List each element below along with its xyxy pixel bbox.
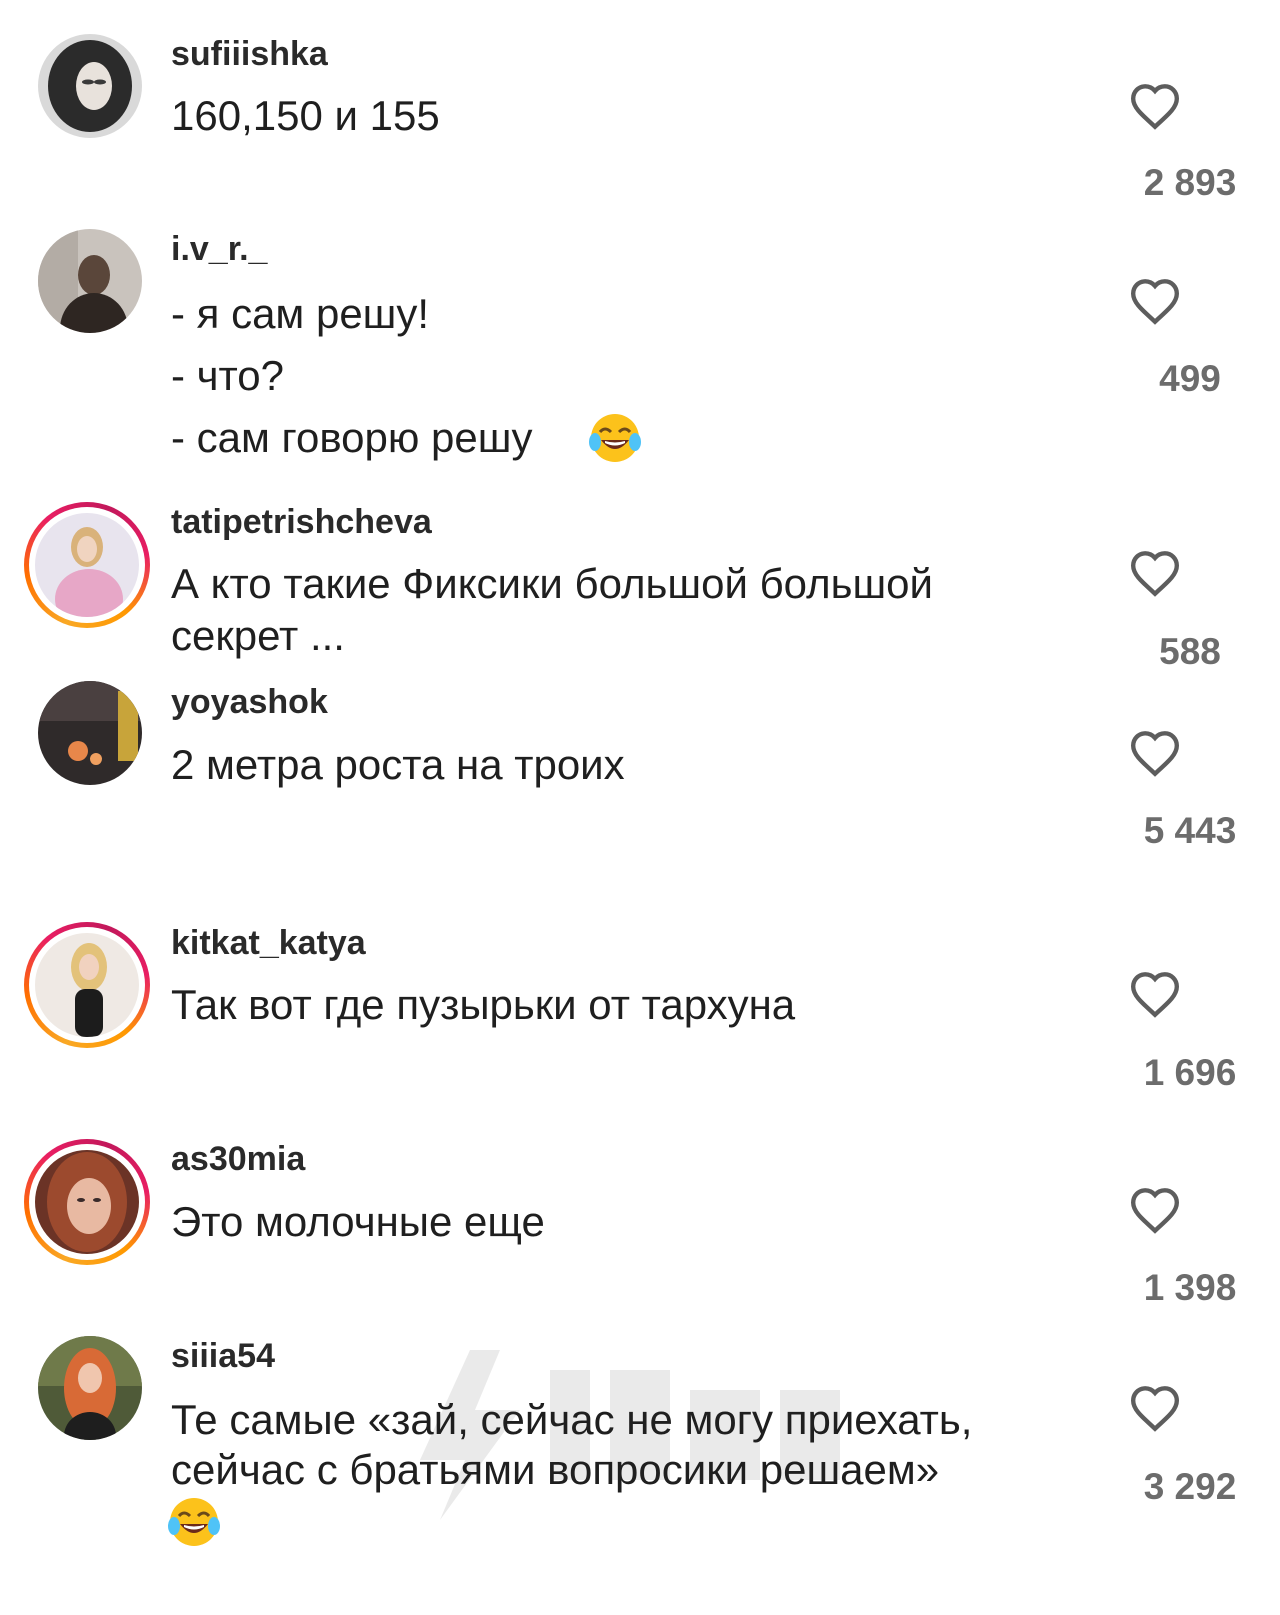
comment-text: - сам говорю решу [171, 414, 533, 461]
like-count: 3 292 [1143, 1466, 1237, 1507]
comment-text: 2 метра роста на троих [171, 741, 625, 788]
comment-text: - что? [171, 352, 285, 399]
face-with-tears-of-joy-icon [589, 414, 641, 462]
avatar-story-ring[interactable] [24, 1139, 150, 1265]
like-count: 499 [1159, 358, 1221, 399]
heart-outline-icon[interactable] [1128, 277, 1182, 325]
comment-username[interactable]: siiia54 [171, 1337, 275, 1376]
avatar[interactable] [38, 229, 142, 333]
avatar[interactable] [38, 1336, 142, 1440]
comment-text: А кто такие Фиксики большой большой [171, 560, 933, 607]
comment-username[interactable]: yoyashok [171, 683, 328, 722]
avatar[interactable] [38, 681, 142, 785]
comment-text: - я сам решу! [171, 290, 430, 337]
face-with-tears-of-joy-icon [168, 1498, 220, 1546]
heart-outline-icon[interactable] [1128, 970, 1182, 1018]
heart-outline-icon[interactable] [1128, 1384, 1182, 1432]
comment-username[interactable]: kitkat_katya [171, 924, 366, 963]
comment-text: сейчас с братьями вопросики решаем» [171, 1446, 940, 1493]
like-count: 2 893 [1143, 162, 1237, 203]
heart-outline-icon[interactable] [1128, 729, 1182, 777]
avatar[interactable] [38, 34, 142, 138]
comment-text: Это молочные еще [171, 1198, 545, 1245]
comment-username[interactable]: i.v_r._ [171, 230, 267, 269]
comment-text: Так вот где пузырьки от тархуна [171, 981, 796, 1028]
comment-username[interactable]: tatipetrishcheva [171, 503, 432, 542]
heart-outline-icon[interactable] [1128, 82, 1182, 130]
comment-text: секрет ... [171, 612, 345, 659]
heart-outline-icon[interactable] [1128, 549, 1182, 597]
comment-username[interactable]: as30mia [171, 1140, 305, 1179]
like-count: 5 443 [1143, 810, 1237, 851]
comment-text: Те самые «зай, сейчас не могу приехать, [171, 1396, 973, 1443]
like-count: 1 696 [1143, 1052, 1237, 1093]
avatar-story-ring[interactable] [24, 922, 150, 1048]
comment-username[interactable]: sufiiishka [171, 35, 328, 74]
heart-outline-icon[interactable] [1128, 1186, 1182, 1234]
comment-text: 160,150 и 155 [171, 92, 440, 139]
like-count: 588 [1159, 631, 1221, 672]
avatar-story-ring[interactable] [24, 502, 150, 628]
like-count: 1 398 [1143, 1267, 1237, 1308]
